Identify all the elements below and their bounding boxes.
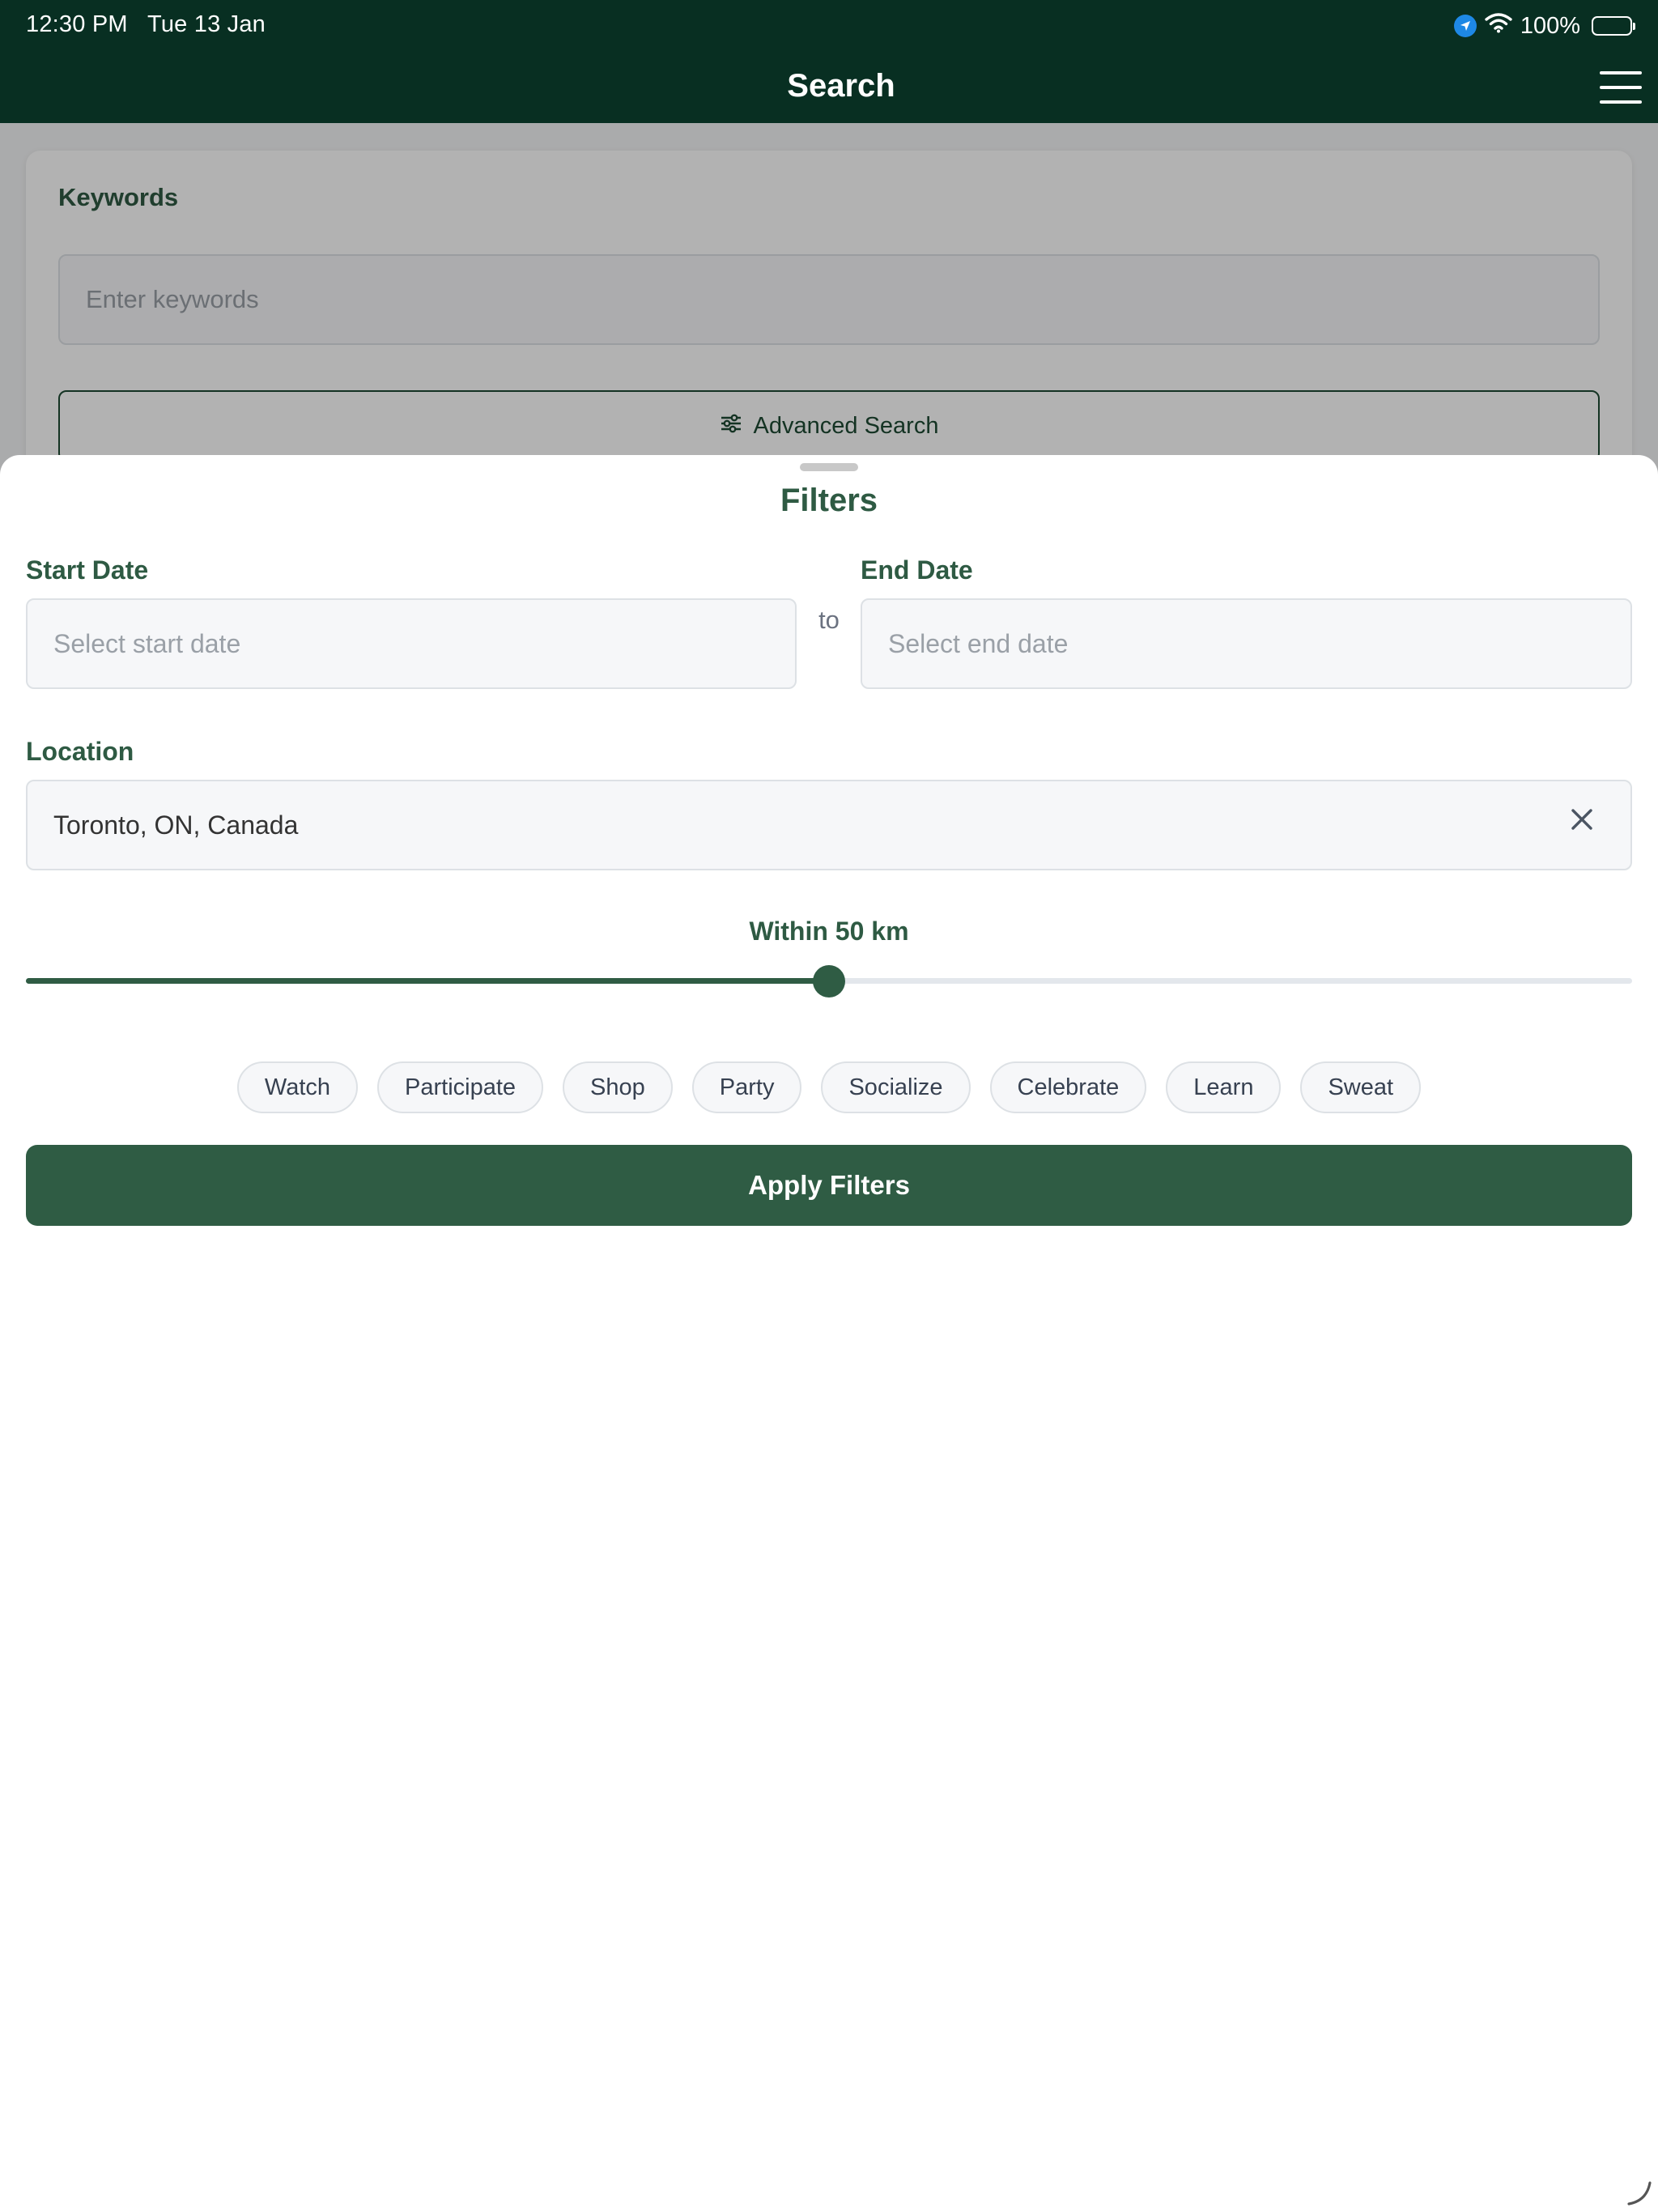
radius-slider[interactable] — [26, 963, 1632, 999]
end-date-label: End Date — [861, 555, 973, 585]
slider-thumb[interactable] — [813, 965, 845, 998]
status-date: Tue 13 Jan — [147, 11, 266, 37]
category-chip-sweat[interactable]: Sweat — [1300, 1061, 1422, 1113]
status-bar: 12:30 PM Tue 13 Jan 100% — [0, 0, 1658, 52]
location-label: Location — [26, 737, 134, 766]
filters-sheet: Filters Start Date to End Date Location … — [0, 455, 1658, 2212]
category-chip-shop[interactable]: Shop — [563, 1061, 673, 1113]
category-chip-participate[interactable]: Participate — [377, 1061, 544, 1113]
wifi-icon — [1485, 12, 1512, 40]
close-icon — [1571, 809, 1592, 830]
filters-title: Filters — [780, 483, 878, 518]
hamburger-menu-icon[interactable] — [1600, 71, 1642, 104]
category-chip-party[interactable]: Party — [691, 1061, 802, 1113]
category-chips: Watch Participate Shop Party Socialize Celebr… — [0, 1061, 1658, 1113]
battery-percent: 100% — [1520, 12, 1580, 39]
radius-label: Within 50 km — [749, 917, 909, 946]
category-chip-celebrate[interactable]: Celebrate — [989, 1061, 1147, 1113]
start-date-input[interactable] — [26, 598, 797, 689]
apply-filters-button[interactable]: Apply Filters — [26, 1145, 1632, 1226]
nav-bar: Search — [0, 52, 1658, 123]
battery-icon — [1592, 16, 1635, 36]
slider-fill — [26, 978, 829, 984]
date-range-separator: to — [818, 606, 840, 634]
end-date-input[interactable] — [861, 598, 1632, 689]
status-time-date: 12:30 PM Tue 13 Jan — [26, 11, 266, 38]
sheet-grabber-handle[interactable] — [800, 463, 858, 471]
status-time: 12:30 PM — [26, 11, 128, 37]
resize-grip-icon[interactable] — [1624, 2178, 1653, 2207]
menu-line — [1600, 71, 1642, 74]
location-arrow-icon — [1453, 15, 1477, 37]
category-chip-watch[interactable]: Watch — [236, 1061, 359, 1113]
category-chip-socialize[interactable]: Socialize — [821, 1061, 971, 1113]
menu-line — [1600, 86, 1642, 89]
page-title: Search — [787, 68, 895, 104]
clear-location-button[interactable] — [1561, 798, 1603, 840]
start-date-label: Start Date — [26, 555, 149, 585]
menu-line — [1600, 100, 1642, 104]
category-chip-learn[interactable]: Learn — [1166, 1061, 1282, 1113]
location-input[interactable] — [26, 780, 1632, 870]
status-indicators: 100% — [1453, 10, 1635, 42]
